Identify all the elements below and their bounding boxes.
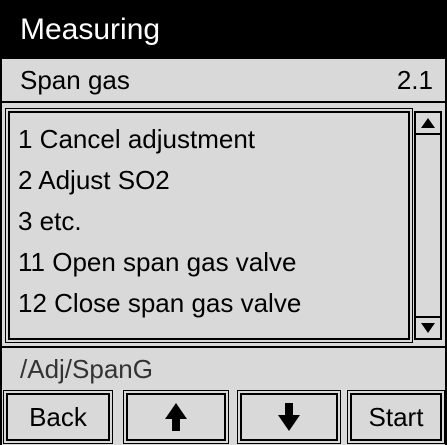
device-display: Measuring Span gas 2.1 1 Cancel adjustme… [0, 0, 447, 445]
menu-item-cancel-adjustment[interactable]: 1 Cancel adjustment [10, 119, 408, 160]
menu-path-text: /Adj/SpanG [20, 354, 153, 384]
softkey-bar: Back Start [2, 390, 445, 445]
menu-item-adjust-so2[interactable]: 2 Adjust SO2 [10, 160, 408, 201]
title-bar: Measuring [2, 0, 445, 59]
start-button[interactable]: Start [347, 390, 445, 444]
back-button[interactable]: Back [3, 390, 113, 444]
up-button[interactable] [123, 390, 229, 444]
triangle-up-icon [421, 118, 435, 128]
menu-label: Span gas [20, 65, 130, 95]
subheader: Span gas 2.1 [2, 59, 445, 103]
menu-item-close-span-gas-valve[interactable]: 12 Close span gas valve [10, 283, 408, 324]
menu-item-open-span-gas-valve[interactable]: 11 Open span gas valve [10, 242, 408, 283]
menu-item-etc[interactable]: 3 etc. [10, 201, 408, 242]
arrow-up-icon [165, 403, 187, 431]
scroll-down-button[interactable] [416, 316, 440, 338]
down-button[interactable] [237, 390, 341, 444]
screen-title: Measuring [20, 13, 161, 46]
start-button-label: Start [368, 401, 424, 432]
menu-list: 1 Cancel adjustment 2 Adjust SO2 3 etc. … [5, 108, 413, 343]
menu-number: 2.1 [396, 65, 433, 95]
back-button-label: Back [29, 401, 87, 432]
scroll-up-button[interactable] [416, 113, 440, 135]
scrollbar[interactable] [414, 111, 442, 340]
arrow-down-icon [278, 403, 300, 431]
triangle-down-icon [421, 323, 435, 333]
menu-path: /Adj/SpanG [2, 346, 445, 390]
